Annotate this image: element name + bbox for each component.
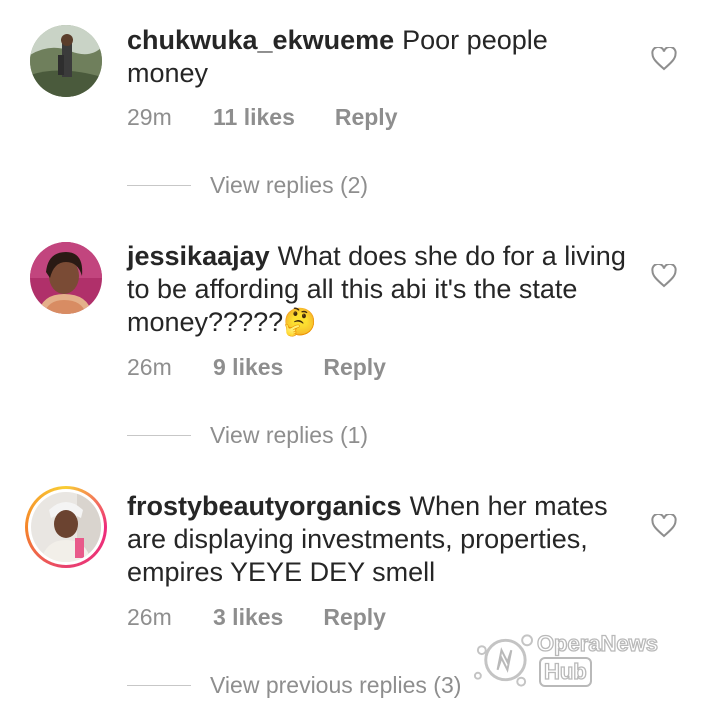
profile-photo-icon	[31, 492, 101, 562]
view-previous-replies-button[interactable]: View previous replies (3)	[127, 672, 461, 699]
replies-divider	[127, 185, 191, 186]
reply-button[interactable]: Reply	[323, 604, 386, 631]
watermark: OperaNewsHub	[470, 628, 710, 690]
profile-photo-icon	[30, 242, 102, 314]
reply-button[interactable]: Reply	[323, 354, 386, 381]
likes-count[interactable]: 3 likes	[213, 604, 283, 631]
username[interactable]: frostybeautyorganics	[127, 491, 402, 521]
likes-count[interactable]: 11 likes	[213, 104, 295, 131]
view-replies-button[interactable]: View replies (2)	[127, 172, 368, 199]
replies-divider	[127, 435, 191, 436]
heart-outline-icon[interactable]	[651, 264, 677, 288]
comment-time: 29m	[127, 104, 172, 130]
profile-photo-icon	[30, 25, 102, 97]
view-replies-label: View replies (2)	[210, 172, 369, 198]
view-replies-button[interactable]: View replies (1)	[127, 422, 368, 449]
username[interactable]: chukwuka_ekwueme	[127, 25, 394, 55]
avatar[interactable]	[30, 242, 102, 314]
watermark-text: OperaNewsHub	[536, 630, 710, 687]
opera-news-logo-icon	[473, 634, 533, 687]
replies-divider	[127, 685, 191, 686]
heart-outline-icon[interactable]	[651, 514, 677, 538]
view-replies-label: View replies (1)	[210, 422, 369, 448]
heart-outline-icon[interactable]	[651, 47, 677, 71]
comment-time: 26m	[127, 354, 172, 380]
username[interactable]: jessikaajay	[127, 241, 270, 271]
avatar-story-ring[interactable]	[25, 486, 107, 568]
avatar[interactable]	[30, 25, 102, 97]
comment-time: 26m	[127, 604, 172, 630]
view-replies-label: View previous replies (3)	[210, 672, 462, 698]
reply-button[interactable]: Reply	[335, 104, 398, 131]
likes-count[interactable]: 9 likes	[213, 354, 283, 381]
